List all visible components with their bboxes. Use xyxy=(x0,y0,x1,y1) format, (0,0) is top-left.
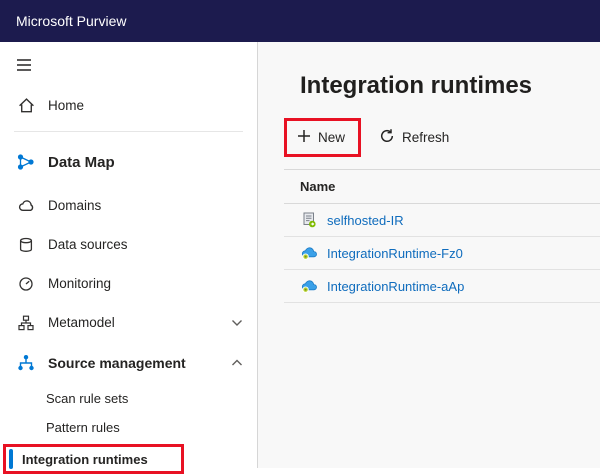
sidebar-item-label: Scan rule sets xyxy=(46,391,128,406)
plus-icon xyxy=(297,129,311,146)
refresh-icon xyxy=(379,128,395,147)
sidebar-item-label: Data sources xyxy=(48,237,128,252)
sidebar-item-domains[interactable]: Domains xyxy=(0,186,257,225)
new-button[interactable]: New xyxy=(291,125,351,150)
selection-indicator xyxy=(9,449,13,469)
refresh-button-label: Refresh xyxy=(402,130,449,145)
azure-ir-icon xyxy=(300,278,318,294)
sidebar-item-label: Pattern rules xyxy=(46,420,120,435)
sidebar-item-source-management[interactable]: Source management xyxy=(0,342,257,384)
data-map-icon xyxy=(16,152,36,172)
sidebar-item-pattern-rules[interactable]: Pattern rules xyxy=(0,413,257,442)
sidebar-item-label: Metamodel xyxy=(48,315,115,330)
new-button-label: New xyxy=(318,130,345,145)
main-content: Integration runtimes New Refresh xyxy=(258,42,600,468)
page-layout: Home Data Map Domains xyxy=(0,42,600,468)
toolbar: New Refresh xyxy=(284,118,600,157)
table-row[interactable]: IntegrationRuntime-Fz0 xyxy=(284,237,600,270)
sidebar-item-label: Home xyxy=(48,98,84,113)
app-title: Microsoft Purview xyxy=(16,13,126,29)
sidebar-item-metamodel[interactable]: Metamodel xyxy=(0,303,257,342)
page-title: Integration runtimes xyxy=(300,72,600,100)
runtime-link[interactable]: IntegrationRuntime-aAp xyxy=(327,279,464,294)
sidebar-item-label: Domains xyxy=(48,198,101,213)
metamodel-icon xyxy=(16,315,36,331)
table-row[interactable]: selfhosted-IR xyxy=(284,204,600,237)
monitoring-icon xyxy=(16,276,36,292)
runtimes-table: Name selfhosted-IR xyxy=(284,169,600,303)
home-icon xyxy=(16,97,36,114)
runtime-link[interactable]: selfhosted-IR xyxy=(327,213,404,228)
sidebar-divider xyxy=(14,131,243,132)
hamburger-icon xyxy=(16,59,32,76)
data-sources-icon xyxy=(16,237,36,253)
sidebar-item-label: Source management xyxy=(48,355,186,371)
sidebar-item-scan-rule-sets[interactable]: Scan rule sets xyxy=(0,384,257,413)
chevron-up-icon[interactable] xyxy=(231,359,243,367)
sidebar-item-home[interactable]: Home xyxy=(0,85,257,125)
sidebar-item-label: Data Map xyxy=(48,154,115,171)
sidebar-item-label: Integration runtimes xyxy=(22,452,148,467)
selfhosted-ir-icon xyxy=(300,212,318,228)
table-header: Name xyxy=(284,169,600,204)
sidebar-item-data-sources[interactable]: Data sources xyxy=(0,225,257,264)
source-management-icon xyxy=(16,354,36,372)
topbar: Microsoft Purview xyxy=(0,0,600,42)
annotation-box-new: New xyxy=(284,118,361,157)
sidebar: Home Data Map Domains xyxy=(0,42,258,468)
sidebar-item-monitoring[interactable]: Monitoring xyxy=(0,264,257,303)
sidebar-item-integration-runtimes[interactable]: Integration runtimes xyxy=(3,444,184,474)
runtime-link[interactable]: IntegrationRuntime-Fz0 xyxy=(327,246,463,261)
chevron-down-icon[interactable] xyxy=(231,319,243,327)
sidebar-item-label: Monitoring xyxy=(48,276,111,291)
azure-ir-icon xyxy=(300,245,318,261)
hamburger-menu-button[interactable] xyxy=(0,50,40,85)
refresh-button[interactable]: Refresh xyxy=(373,124,455,151)
sidebar-item-data-map[interactable]: Data Map xyxy=(0,138,257,186)
table-row[interactable]: IntegrationRuntime-aAp xyxy=(284,270,600,303)
name-column-header: Name xyxy=(300,179,335,194)
domains-icon xyxy=(16,197,36,214)
